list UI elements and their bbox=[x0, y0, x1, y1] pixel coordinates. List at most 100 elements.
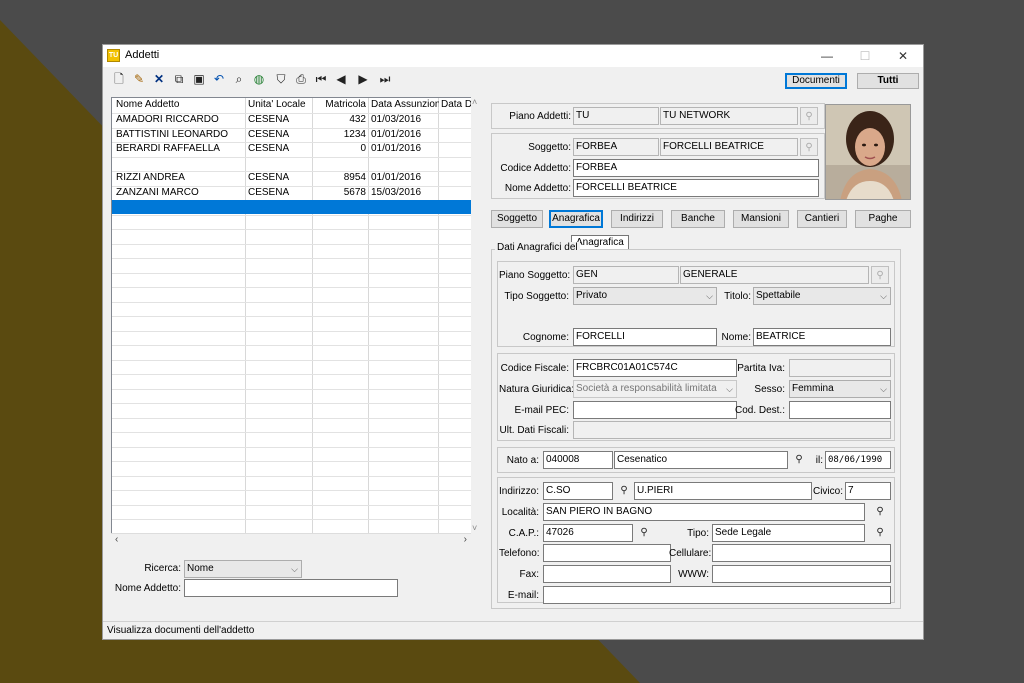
cell-nome[interactable]: AMADORI RICCARDO bbox=[114, 113, 244, 128]
fax-input[interactable] bbox=[543, 565, 671, 583]
first-icon[interactable]: ⏮ bbox=[313, 71, 329, 87]
search-icon[interactable]: ⌕ bbox=[231, 71, 247, 87]
telefono-input[interactable] bbox=[543, 544, 671, 562]
titolo-select[interactable]: Spettabile ⌵ bbox=[753, 287, 891, 305]
cell-nome[interactable]: ZANZANI MARCO bbox=[114, 186, 244, 201]
cell-nome[interactable]: BATTISTINI LEONARDO bbox=[114, 128, 244, 143]
delete-icon[interactable]: ✕ bbox=[151, 71, 167, 87]
tab-cantieri[interactable]: Cantieri bbox=[797, 210, 847, 228]
partita-iva-input[interactable] bbox=[789, 359, 891, 377]
codice-addetto-input[interactable]: FORBEA bbox=[573, 159, 819, 177]
email-input[interactable] bbox=[543, 586, 891, 604]
grid-horizontal-scrollbar[interactable]: ‹ › bbox=[111, 533, 471, 547]
piano-addetti-code[interactable]: TU bbox=[573, 107, 659, 125]
binoculars-icon[interactable]: ⚲ bbox=[871, 524, 889, 542]
scroll-up-icon[interactable]: ˄ bbox=[472, 97, 477, 107]
filter-icon[interactable]: ⛉ bbox=[273, 71, 289, 87]
tipo-indirizzo-input[interactable]: Sede Legale bbox=[712, 524, 865, 542]
cell-data-assunzione[interactable]: 01/03/2016 bbox=[369, 113, 439, 128]
nome-addetto-input[interactable]: FORCELLI BEATRICE bbox=[573, 179, 819, 197]
indirizzo-prefix-input[interactable]: C.SO bbox=[543, 482, 613, 500]
addetti-grid[interactable]: Nome Addetto Unita' Locale Matricola Dat… bbox=[111, 97, 479, 547]
cognome-input[interactable]: FORCELLI bbox=[573, 328, 717, 346]
column-header-matricola[interactable]: Matricola bbox=[313, 98, 368, 113]
cell-unita[interactable]: CESENA bbox=[246, 157, 312, 172]
cell-nome[interactable]: RIZZI ANDREA bbox=[114, 171, 244, 186]
soggetto-name[interactable]: FORCELLI BEATRICE bbox=[660, 138, 798, 156]
tab-mansioni[interactable]: Mansioni bbox=[733, 210, 789, 228]
column-header-nome[interactable]: Nome Addetto bbox=[114, 98, 244, 113]
scroll-left-icon[interactable]: ‹ bbox=[115, 534, 118, 545]
codice-fiscale-input[interactable]: FRCBRC01A01C574C bbox=[573, 359, 737, 377]
save-icon[interactable]: ▣ bbox=[191, 71, 207, 87]
indirizzo-input[interactable]: U.PIERI bbox=[634, 482, 812, 500]
ult-dati-fiscali-input[interactable] bbox=[573, 421, 891, 439]
cell-data-assunzione[interactable]: 01/01/2016 bbox=[369, 142, 439, 157]
globe-icon[interactable]: ◍ bbox=[251, 71, 267, 87]
tab-indirizzi[interactable]: Indirizzi bbox=[611, 210, 663, 228]
nome-input[interactable]: BEATRICE bbox=[753, 328, 891, 346]
new-icon[interactable]: 🗋 bbox=[111, 71, 127, 87]
cell-matricola[interactable]: 5678 bbox=[313, 186, 368, 201]
cell-matricola[interactable]: 8954 bbox=[313, 171, 368, 186]
sesso-select[interactable]: Femmina ⌵ bbox=[789, 380, 891, 398]
cell-matricola[interactable]: 0 bbox=[313, 142, 368, 157]
binoculars-icon[interactable]: ⚲ bbox=[615, 482, 633, 500]
tab-anagrafica[interactable]: Anagrafica bbox=[549, 210, 603, 228]
piano-soggetto-name[interactable]: GENERALE bbox=[680, 266, 869, 284]
civico-input[interactable]: 7 bbox=[845, 482, 891, 500]
grid-vertical-scrollbar[interactable]: ˄ ˅ bbox=[471, 97, 481, 547]
binoculars-icon[interactable]: ⚲ bbox=[790, 451, 808, 469]
tab-paghe[interactable]: Paghe bbox=[855, 210, 911, 228]
cell-data-assunzione[interactable]: 03/01/2016 bbox=[369, 157, 439, 172]
copy-icon[interactable]: ⧉ bbox=[171, 71, 187, 87]
cap-input[interactable]: 47026 bbox=[543, 524, 633, 542]
cell-nome[interactable]: FORCELLI BEATRICE bbox=[114, 157, 244, 172]
cellulare-input[interactable] bbox=[712, 544, 891, 562]
cell-unita[interactable]: CESENA bbox=[246, 113, 312, 128]
undo-icon[interactable]: ↶ bbox=[211, 71, 227, 87]
close-button[interactable]: ✕ bbox=[885, 46, 921, 66]
cell-unita[interactable]: CESENA bbox=[246, 128, 312, 143]
cell-unita[interactable]: CESENA bbox=[246, 171, 312, 186]
maximize-button[interactable]: ☐ bbox=[847, 46, 883, 66]
cod-dest-input[interactable] bbox=[789, 401, 891, 419]
cell-matricola[interactable]: 1234 bbox=[313, 128, 368, 143]
binoculars-icon[interactable]: ⚲ bbox=[871, 503, 889, 521]
localita-input[interactable]: SAN PIERO IN BAGNO bbox=[543, 503, 865, 521]
natura-giuridica-select[interactable]: Società a responsabilità limitata ⌵ bbox=[573, 380, 737, 398]
tutti-button[interactable]: Tutti bbox=[857, 73, 919, 89]
cell-matricola[interactable]: 432 bbox=[313, 113, 368, 128]
ricerca-select[interactable]: Nome ⌵ bbox=[184, 560, 302, 578]
tipo-soggetto-select[interactable]: Privato ⌵ bbox=[573, 287, 717, 305]
email-pec-input[interactable] bbox=[573, 401, 737, 419]
binoculars-icon[interactable]: ⚲ bbox=[800, 138, 818, 156]
binoculars-icon[interactable]: ⚲ bbox=[871, 266, 889, 284]
minimize-button[interactable]: — bbox=[809, 46, 845, 66]
documenti-button[interactable]: Documenti bbox=[785, 73, 847, 89]
next-icon[interactable]: ▶ bbox=[355, 71, 371, 87]
cell-data-assunzione[interactable]: 01/01/2016 bbox=[369, 128, 439, 143]
tab-banche[interactable]: Banche bbox=[671, 210, 725, 228]
www-input[interactable] bbox=[712, 565, 891, 583]
column-header-data-assunzione[interactable]: Data Assunzione bbox=[369, 98, 439, 113]
cell-nome[interactable]: BERARDI RAFFAELLA bbox=[114, 142, 244, 157]
prev-icon[interactable]: ◀ bbox=[333, 71, 349, 87]
data-nascita-input[interactable]: 08/06/1990 bbox=[825, 451, 891, 469]
edit-icon[interactable]: ✎ bbox=[131, 71, 147, 87]
nome-addetto-search-input[interactable] bbox=[184, 579, 398, 597]
piano-soggetto-code[interactable]: GEN bbox=[573, 266, 679, 284]
nato-a-city-input[interactable]: Cesenatico bbox=[614, 451, 788, 469]
cell-data-assunzione[interactable]: 15/03/2016 bbox=[369, 186, 439, 201]
print-icon[interactable]: ⎙ bbox=[293, 71, 309, 87]
cell-unita[interactable]: CESENA bbox=[246, 142, 312, 157]
nato-a-code-input[interactable]: 040008 bbox=[543, 451, 613, 469]
cell-unita[interactable]: CESENA bbox=[246, 186, 312, 201]
binoculars-icon[interactable]: ⚲ bbox=[800, 107, 818, 125]
piano-addetti-name[interactable]: TU NETWORK bbox=[660, 107, 798, 125]
scroll-right-icon[interactable]: › bbox=[464, 534, 467, 545]
cell-matricola[interactable]: 0 bbox=[313, 157, 368, 172]
soggetto-code[interactable]: FORBEA bbox=[573, 138, 659, 156]
scroll-down-icon[interactable]: ˅ bbox=[472, 523, 477, 533]
tab-soggetto[interactable]: Soggetto bbox=[491, 210, 543, 228]
